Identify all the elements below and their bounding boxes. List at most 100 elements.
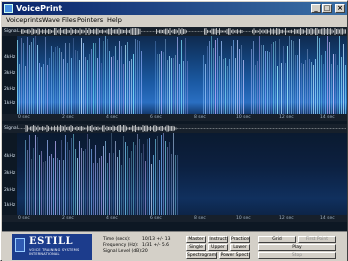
spectrogram-column: [123, 136, 124, 215]
spectrogram-column: [87, 60, 88, 114]
first-point-button[interactable]: First Point: [298, 236, 336, 243]
spectrogram-column: [127, 42, 128, 114]
spectrogram-column: [333, 54, 334, 114]
grid-button[interactable]: Grid: [258, 236, 296, 243]
spectrogram-column: [129, 158, 130, 215]
maximize-button[interactable]: □: [322, 4, 332, 13]
menu-help[interactable]: Help: [107, 15, 122, 26]
spectrogram-column: [79, 60, 80, 114]
spectrogram-column: [65, 135, 66, 215]
spectrogram-column: [89, 139, 90, 215]
spectrogram-column: [77, 158, 78, 215]
spectrogram-column: [85, 149, 86, 215]
spectrogram-column: [341, 57, 342, 114]
spectrogram-column: [119, 150, 120, 215]
spectrogram-column: [171, 154, 172, 215]
spectrogram-column: [83, 151, 84, 215]
bottom-time-axis: 0 sec 2 sec 4 sec 6 sec 8 sec 10 sec 12 …: [2, 215, 347, 222]
close-button[interactable]: ×: [335, 4, 345, 13]
spectrogram-column: [183, 61, 184, 114]
spectrogram-column: [81, 38, 82, 114]
spectrogram-column: [31, 159, 32, 215]
power-spect-button[interactable]: Power Spect: [219, 252, 250, 259]
spectrogram-column: [303, 64, 304, 114]
top-spectrogram[interactable]: [17, 36, 347, 114]
spectrogram-column: [209, 41, 210, 114]
spectrogram-button[interactable]: Spectrogram: [186, 252, 217, 259]
bottom-tick-2: 2 sec: [62, 216, 74, 221]
top-tick-6: 6 sec: [150, 115, 162, 120]
bottom-spectrogram[interactable]: [17, 133, 347, 215]
spectrogram-column: [89, 54, 90, 114]
spectrogram-column: [169, 142, 170, 215]
spectrogram-column: [127, 146, 128, 215]
spectrogram-column: [147, 139, 148, 215]
spectrogram-column: [257, 61, 258, 114]
spectrogram-column: [93, 163, 94, 215]
stop-button[interactable]: Stop: [258, 252, 336, 259]
spectrogram-column: [131, 151, 132, 215]
spectrogram-column: [67, 142, 68, 215]
spectrogram-column: [239, 49, 240, 114]
instruct-button[interactable]: Instruct: [208, 236, 228, 243]
spectrogram-column: [59, 160, 60, 215]
spectrogram-column: [31, 42, 32, 114]
logo-subtitle: VOICE TRAINING SYSTEMS INTERNATIONAL: [29, 248, 80, 256]
spectrogram-column: [177, 155, 178, 215]
spectrogram-column: [21, 38, 22, 114]
spectrogram-column: [241, 45, 242, 114]
spectrogram-column: [203, 55, 204, 114]
menu-pointers[interactable]: Pointers: [77, 15, 103, 26]
spectrogram-column: [47, 140, 48, 215]
spectrogram-column: [167, 60, 168, 114]
bottom-tick-6: 6 sec: [150, 216, 162, 221]
spectrogram-column: [165, 141, 166, 215]
spectrogram-column: [139, 41, 140, 114]
spectrogram-column: [45, 37, 46, 114]
menu-voiceprints[interactable]: Voiceprints: [6, 15, 42, 26]
spectrogram-column: [165, 39, 166, 114]
spectrogram-column: [57, 46, 58, 114]
spectrogram-column: [157, 54, 158, 114]
spectrogram-column: [291, 40, 292, 114]
spectrogram-column: [265, 51, 266, 114]
spectrogram-column: [101, 156, 102, 215]
minimize-button[interactable]: _: [311, 4, 321, 13]
spectrogram-column: [107, 163, 108, 215]
spectrogram-column: [47, 65, 48, 114]
spectrogram-column: [29, 45, 30, 114]
spectrogram-column: [113, 153, 114, 215]
spectrogram-column: [115, 46, 116, 114]
spectrogram-column: [179, 64, 180, 114]
spectrogram-column: [117, 60, 118, 114]
upper-button[interactable]: Upper: [208, 244, 228, 251]
spectrogram-column: [305, 60, 306, 114]
spectrogram-column: [153, 155, 154, 215]
menu-wave-files[interactable]: Wave Files: [42, 15, 76, 26]
single-button[interactable]: Single: [186, 244, 206, 251]
spectrogram-column: [49, 156, 50, 215]
menu-bar: Voiceprints Wave Files Pointers Help: [2, 15, 347, 26]
spectrogram-column: [111, 57, 112, 114]
spectrogram-column: [27, 150, 28, 215]
play-button[interactable]: Play: [258, 244, 336, 251]
master-button[interactable]: Master: [186, 236, 206, 243]
spectrogram-column: [19, 64, 20, 114]
spectrogram-column: [39, 63, 40, 114]
voiceprint-display[interactable]: Signal 4kHz 3kHz 2kHz 1kHz 0 sec 2 sec 4…: [2, 27, 347, 231]
bottom-waveform: [17, 125, 346, 132]
maximize-icon: □: [323, 4, 331, 12]
spectrogram-column: [231, 46, 232, 114]
window-title: VoicePrint: [16, 4, 63, 13]
spectrogram-column: [99, 158, 100, 215]
lower-button[interactable]: Lower: [230, 244, 250, 251]
title-bar[interactable]: VoicePrint _ □ ×: [2, 2, 347, 15]
spectrogram-column: [45, 161, 46, 215]
spectrogram-column: [307, 49, 308, 114]
bottom-tick-12: 12 sec: [279, 216, 294, 221]
spectrogram-column: [263, 45, 264, 114]
practice-button[interactable]: Practice: [230, 236, 250, 243]
spectrogram-column: [105, 141, 106, 215]
spectrogram-column: [269, 52, 270, 114]
spectrogram-column: [329, 42, 330, 114]
